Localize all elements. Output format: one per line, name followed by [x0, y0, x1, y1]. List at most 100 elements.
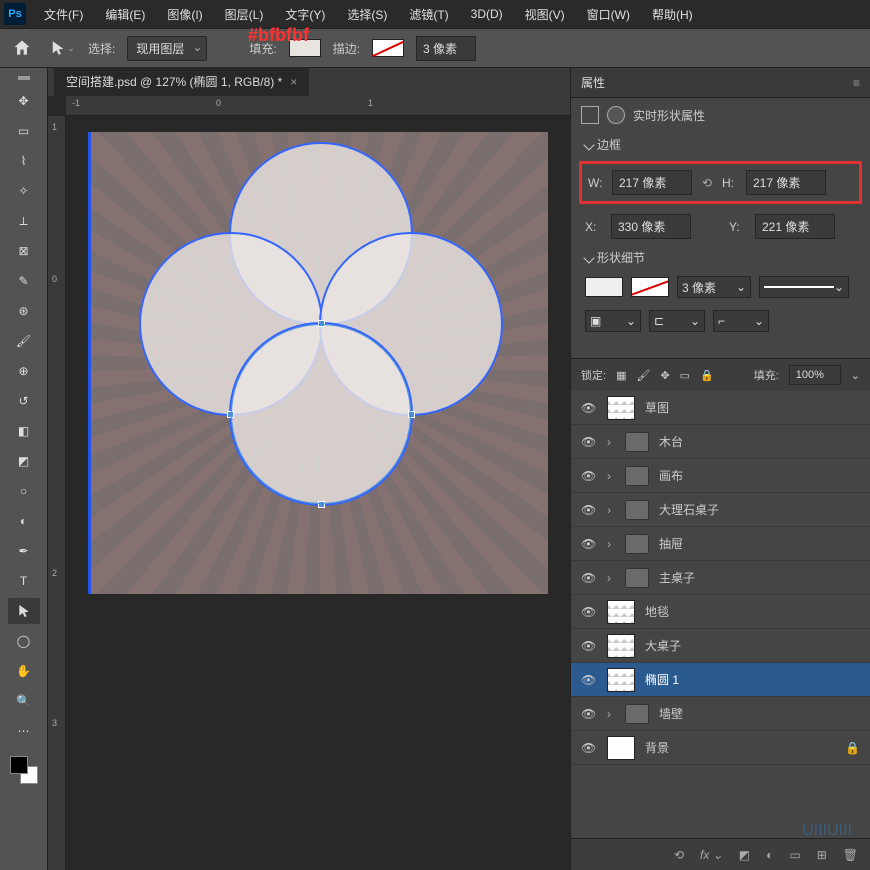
layer-fill-input[interactable]: 100% — [789, 365, 841, 385]
cap-select[interactable]: ⊏ ⌄ — [649, 310, 705, 332]
x-input[interactable]: 330 像素 — [611, 214, 691, 239]
expand-icon[interactable]: › — [607, 537, 615, 551]
menu-select[interactable]: 选择(S) — [337, 2, 397, 27]
fx-icon[interactable]: fx ⌄ — [700, 848, 723, 862]
layer-row[interactable]: 👁›木台 — [571, 425, 870, 459]
ellipse-tool[interactable]: ◯ — [8, 628, 40, 654]
visibility-icon[interactable]: 👁 — [581, 707, 597, 721]
visibility-icon[interactable]: 👁 — [581, 537, 597, 551]
panel-menu-icon[interactable]: ≡ — [853, 76, 860, 90]
magic-wand-tool[interactable]: ✧ — [8, 178, 40, 204]
ellipse-bottom-selected[interactable] — [229, 322, 413, 506]
color-swatches[interactable] — [10, 756, 38, 784]
lock-icon[interactable]: 🔒 — [845, 741, 860, 755]
visibility-icon[interactable]: 👁 — [581, 401, 597, 415]
link-layers-icon[interactable]: ⟲ — [674, 848, 684, 862]
expand-icon[interactable]: › — [607, 707, 615, 721]
layer-row[interactable]: 👁地毯 — [571, 595, 870, 629]
trash-icon[interactable]: 🗑 — [843, 848, 858, 862]
stroke-size-input[interactable]: 3 像素 — [416, 36, 476, 61]
visibility-icon[interactable]: 👁 — [581, 435, 597, 449]
gradient-tool[interactable]: ◩ — [8, 448, 40, 474]
visibility-icon[interactable]: 👁 — [581, 639, 597, 653]
frame-tool[interactable]: ⊠ — [8, 238, 40, 264]
path-select-tool-icon[interactable]: ⌄ — [48, 34, 76, 62]
close-icon[interactable]: × — [290, 75, 297, 89]
menu-text[interactable]: 文字(Y) — [275, 2, 335, 27]
lock-pixels-icon[interactable]: ▦ — [616, 369, 626, 382]
adjustment-icon[interactable]: ◐ — [766, 848, 773, 862]
layer-row[interactable]: 👁›主桌子 — [571, 561, 870, 595]
brush-tool[interactable]: 🖌 — [8, 328, 40, 354]
stroke-mini-swatch[interactable] — [631, 277, 669, 297]
pen-tool[interactable]: ✒ — [8, 538, 40, 564]
anchor-right[interactable] — [408, 411, 415, 418]
menu-image[interactable]: 图像(I) — [157, 2, 212, 27]
menu-edit[interactable]: 编辑(E) — [95, 2, 155, 27]
layer-row[interactable]: 👁›画布 — [571, 459, 870, 493]
home-icon[interactable] — [8, 34, 36, 62]
expand-icon[interactable]: › — [607, 571, 615, 585]
document-tab[interactable]: 空间搭建.psd @ 127% (椭圆 1, RGB/8) * × — [54, 66, 309, 96]
stroke-swatch[interactable] — [372, 39, 404, 57]
visibility-icon[interactable]: 👁 — [581, 741, 597, 755]
healing-brush-tool[interactable]: ⊛ — [8, 298, 40, 324]
stroke-width-select[interactable]: 3 像素⌄ — [677, 276, 751, 298]
group-icon[interactable]: ▭ — [789, 848, 800, 862]
zoom-tool[interactable]: 🔍 — [8, 688, 40, 714]
edit-toolbar[interactable]: ⋯ — [8, 718, 40, 744]
link-wh-icon[interactable]: ⟲ — [698, 176, 716, 190]
clone-stamp-tool[interactable]: ⊕ — [8, 358, 40, 384]
stroke-style-select[interactable]: ⌄ — [759, 276, 849, 298]
move-tool[interactable]: ✥ — [8, 88, 40, 114]
new-layer-icon[interactable]: ⊞ — [817, 848, 827, 862]
layer-row[interactable]: 👁›抽屉 — [571, 527, 870, 561]
menu-filter[interactable]: 滤镜(T) — [399, 2, 458, 27]
visibility-icon[interactable]: 👁 — [581, 469, 597, 483]
layer-row[interactable]: 👁背景🔒 — [571, 731, 870, 765]
visibility-icon[interactable]: 👁 — [581, 503, 597, 517]
expand-icon[interactable]: › — [607, 469, 615, 483]
crop-tool[interactable]: ⟂ — [8, 208, 40, 234]
layer-row[interactable]: 👁›墙壁 — [571, 697, 870, 731]
properties-panel-tab[interactable]: 属性≡ — [571, 68, 870, 98]
menu-3d[interactable]: 3D(D) — [461, 3, 513, 25]
layer-row[interactable]: 👁大桌子 — [571, 629, 870, 663]
lock-all-icon[interactable]: 🔒 — [700, 369, 714, 382]
menu-view[interactable]: 视图(V) — [515, 2, 575, 27]
select-scope-dropdown[interactable]: 现用图层 ⌄ — [127, 36, 207, 61]
visibility-icon[interactable]: 👁 — [581, 571, 597, 585]
blur-tool[interactable]: ○ — [8, 478, 40, 504]
height-input[interactable]: 217 像素 — [746, 170, 826, 195]
visibility-icon[interactable]: 👁 — [581, 605, 597, 619]
menu-help[interactable]: 帮助(H) — [642, 2, 703, 27]
dodge-tool[interactable]: ◐ — [8, 508, 40, 534]
document-canvas[interactable] — [66, 116, 570, 870]
hand-tool[interactable]: ✋ — [8, 658, 40, 684]
lock-brush-icon[interactable]: 🖌 — [636, 369, 650, 382]
history-brush-tool[interactable]: ↺ — [8, 388, 40, 414]
eyedropper-tool[interactable]: ✎ — [8, 268, 40, 294]
width-input[interactable]: 217 像素 — [612, 170, 692, 195]
expand-icon[interactable]: › — [607, 503, 615, 517]
anchor-left[interactable] — [227, 411, 234, 418]
layer-row[interactable]: 👁›大理石桌子 — [571, 493, 870, 527]
shape-details-section[interactable]: 形状细节 — [597, 249, 645, 266]
anchor-bottom[interactable] — [318, 501, 325, 508]
marquee-tool[interactable]: ▭ — [8, 118, 40, 144]
layer-row[interactable]: 👁草图 — [571, 391, 870, 425]
align-select[interactable]: ▣ ⌄ — [585, 310, 641, 332]
join-select[interactable]: ⌐ ⌄ — [713, 310, 769, 332]
visibility-icon[interactable]: 👁 — [581, 673, 597, 687]
lock-artboard-icon[interactable]: ▭ — [680, 369, 690, 382]
fill-mini-swatch[interactable] — [585, 277, 623, 297]
menu-layer[interactable]: 图层(L) — [215, 2, 274, 27]
mask-icon[interactable]: ◩ — [739, 848, 750, 862]
expand-icon[interactable]: › — [607, 435, 615, 449]
lock-position-icon[interactable]: ✥ — [660, 369, 669, 382]
y-input[interactable]: 221 像素 — [755, 214, 835, 239]
menu-file[interactable]: 文件(F) — [34, 2, 93, 27]
anchor-top[interactable] — [318, 320, 325, 327]
eraser-tool[interactable]: ◧ — [8, 418, 40, 444]
path-select-tool[interactable] — [8, 598, 40, 624]
